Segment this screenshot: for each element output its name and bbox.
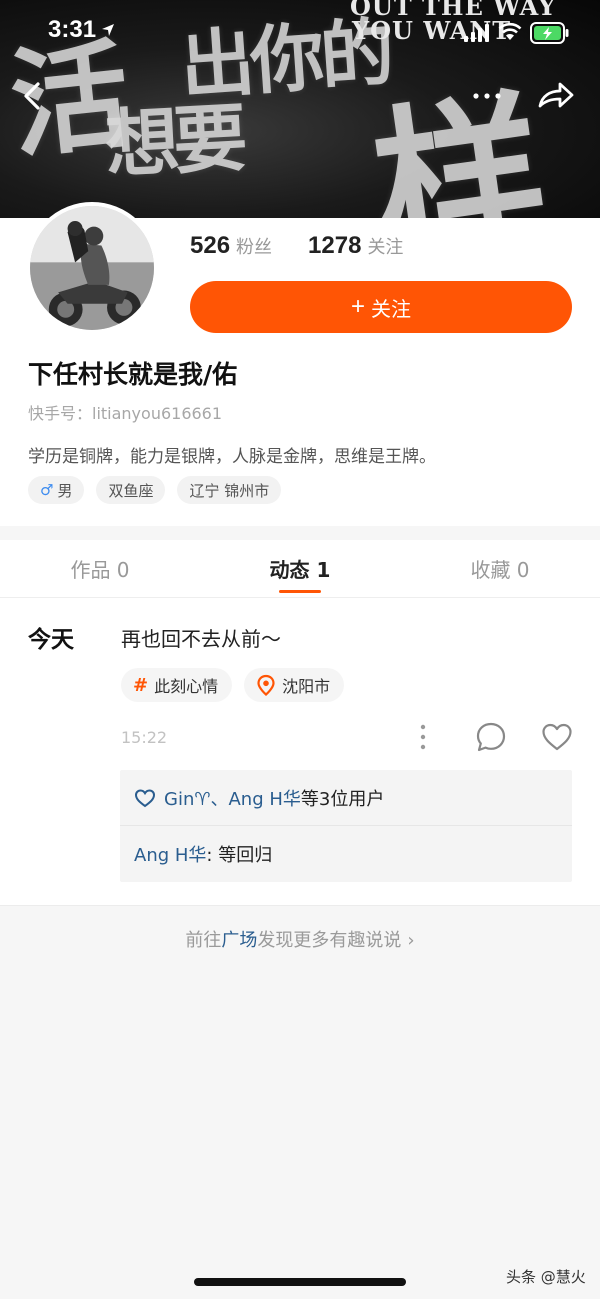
heart-icon[interactable] bbox=[540, 720, 574, 754]
discover-prefix: 前往 bbox=[185, 930, 222, 951]
likers-names[interactable]: Gin♈、Ang H华 bbox=[164, 785, 301, 811]
profile-bio: 学历是铜牌，能力是银牌，人脉是金牌，思维是王牌。 bbox=[28, 447, 436, 467]
tab-works[interactable]: 作品 0 bbox=[0, 540, 200, 597]
plaza-link[interactable]: 广场 bbox=[221, 930, 257, 951]
watermark: 头条 @慧火 bbox=[506, 1268, 586, 1286]
tab-moments-label: 动态 1 bbox=[269, 558, 331, 582]
follow-button-label: 关注 bbox=[371, 298, 411, 321]
likers-suffix: 等3位用户 bbox=[300, 788, 385, 810]
comment-text: : 等回归 bbox=[206, 845, 273, 866]
post-day: 今天 bbox=[28, 627, 74, 653]
share-icon[interactable] bbox=[536, 78, 576, 114]
following-label[interactable]: 关注 bbox=[367, 233, 403, 259]
comment-row[interactable]: Ang H华 : 等回归 bbox=[120, 826, 572, 882]
profile-card: 526 粉丝 1278 关注 + 关注 下任村长就是我/佑 快手号：litian… bbox=[0, 202, 600, 526]
chevron-right-icon: › bbox=[407, 930, 415, 951]
fans-label[interactable]: 粉丝 bbox=[236, 233, 272, 259]
more-vertical-icon[interactable] bbox=[412, 722, 434, 752]
topic-chip[interactable]: # 此刻心情 bbox=[121, 668, 233, 702]
back-icon[interactable] bbox=[18, 78, 50, 114]
avatar-image bbox=[30, 206, 154, 330]
username: 下任村长就是我/佑 bbox=[28, 360, 238, 389]
post-chips: # 此刻心情 沈阳市 bbox=[121, 668, 345, 702]
home-indicator[interactable] bbox=[194, 1278, 406, 1286]
zodiac-tag: 双鱼座 bbox=[96, 476, 166, 504]
more-icon[interactable] bbox=[470, 84, 504, 108]
tab-moments[interactable]: 动态 1 bbox=[200, 540, 400, 597]
moment-post: 今天 再也回不去从前～ # 此刻心情 沈阳市 15:22 Gin♈、Ang H华… bbox=[0, 598, 600, 906]
avatar[interactable] bbox=[26, 202, 158, 334]
discover-suffix: 发现更多有趣说说 bbox=[257, 930, 402, 951]
comment-icon[interactable] bbox=[474, 720, 508, 754]
hashtag-icon: # bbox=[133, 674, 149, 696]
profile-tags: ♂ 男 双鱼座 辽宁 锦州市 bbox=[28, 476, 282, 504]
place-chip[interactable]: 沈阳市 bbox=[244, 668, 345, 702]
profile-stats: 526 粉丝 1278 关注 bbox=[190, 232, 403, 260]
place-label: 沈阳市 bbox=[282, 677, 331, 696]
gender-label: 男 bbox=[57, 481, 73, 500]
cellular-signal-icon bbox=[464, 24, 489, 42]
active-tab-indicator bbox=[279, 590, 321, 593]
fans-count[interactable]: 526 bbox=[190, 232, 230, 260]
battery-icon bbox=[530, 22, 569, 44]
post-text: 再也回不去从前～ bbox=[121, 627, 281, 651]
male-icon: ♂ bbox=[40, 481, 54, 499]
banner-calligraphy: 想要 bbox=[103, 95, 244, 189]
liked-heart-icon bbox=[134, 788, 156, 807]
follow-button[interactable]: + 关注 bbox=[190, 281, 572, 333]
location-tag: 辽宁 锦州市 bbox=[177, 476, 282, 504]
following-count[interactable]: 1278 bbox=[308, 232, 361, 260]
status-bar: 3:31 bbox=[0, 0, 600, 64]
post-time: 15:22 bbox=[121, 728, 168, 747]
status-time: 3:31 bbox=[48, 16, 97, 43]
location-arrow-icon bbox=[102, 24, 114, 36]
discover-more-link[interactable]: 前往广场发现更多有趣说说 › bbox=[0, 926, 600, 952]
comment-author[interactable]: Ang H华 bbox=[134, 841, 206, 867]
location-pin-icon bbox=[257, 674, 275, 696]
tab-favorites[interactable]: 收藏 0 bbox=[400, 540, 600, 597]
likes-row[interactable]: Gin♈、Ang H华 等3位用户 bbox=[120, 770, 572, 826]
profile-tabs: 作品 0 动态 1 收藏 0 bbox=[0, 540, 600, 598]
plus-icon: + bbox=[350, 293, 365, 320]
kuaishou-id[interactable]: 快手号：litianyou616661 bbox=[28, 400, 222, 424]
topic-label: 此刻心情 bbox=[154, 677, 219, 696]
gender-tag: ♂ 男 bbox=[28, 476, 85, 504]
wifi-icon bbox=[498, 22, 522, 40]
post-interactions: Gin♈、Ang H华 等3位用户 Ang H华 : 等回归 bbox=[120, 770, 572, 882]
